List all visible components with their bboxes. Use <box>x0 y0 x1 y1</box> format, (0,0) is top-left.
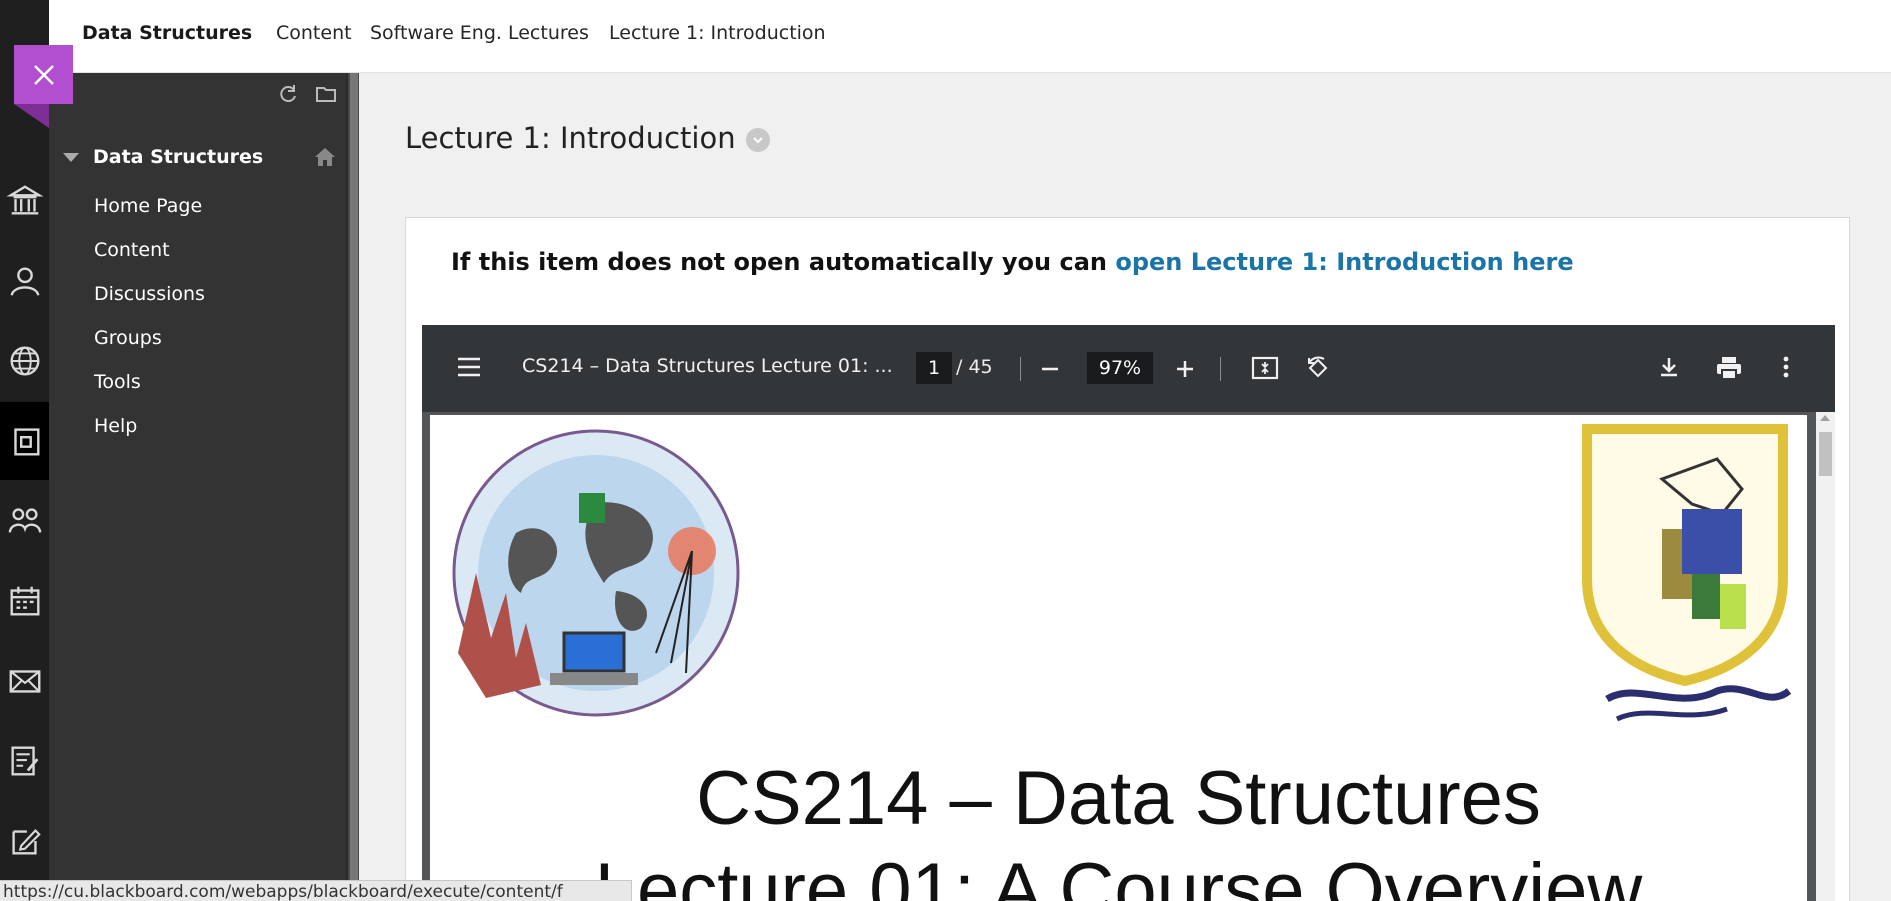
pdf-scrollbar[interactable] <box>1816 412 1835 901</box>
page-total: / 45 <box>956 356 993 378</box>
notice-text: If this item does not open automatically… <box>451 248 1107 276</box>
zoom-level-input[interactable]: 97% <box>1087 352 1153 384</box>
course-menu-item-groups[interactable]: Groups <box>94 316 205 360</box>
toolbar-divider <box>1220 357 1221 381</box>
course-menu-item-content[interactable]: Content <box>94 228 205 272</box>
content-item-box: If this item does not open automatically… <box>405 217 1850 901</box>
home-icon[interactable] <box>313 145 337 173</box>
pdf-scrollbar-thumb[interactable] <box>1819 432 1832 476</box>
close-icon <box>33 64 54 85</box>
page-number-input[interactable]: 1 <box>916 352 952 384</box>
main-content: Lecture 1: Introduction If this item doe… <box>372 74 1891 901</box>
pdf-toolbar: CS214 – Data Structures Lecture 01: ... … <box>422 325 1835 412</box>
calendar-icon[interactable] <box>0 562 49 640</box>
grades-icon[interactable] <box>0 722 49 800</box>
pdf-page: CS214 – Data Structures Lecture 01: A Co… <box>430 415 1807 901</box>
course-menu-item-home-page[interactable]: Home Page <box>94 184 205 228</box>
chevron-down-icon[interactable] <box>745 128 770 152</box>
folder-icon[interactable] <box>315 83 337 105</box>
caret-down-icon[interactable] <box>63 152 79 162</box>
rotate-icon[interactable] <box>1304 354 1332 382</box>
university-logo <box>1582 424 1792 722</box>
zoom-out-icon[interactable] <box>1039 358 1061 380</box>
course-menu-item-help[interactable]: Help <box>94 404 205 448</box>
status-url: https://cu.blackboard.com/webapps/blackb… <box>0 880 632 901</box>
course-menu-heading-label: Data Structures <box>93 146 264 168</box>
menu-icon[interactable] <box>456 355 482 379</box>
page-title-text: Lecture 1: Introduction <box>405 121 736 155</box>
course-menu-tools <box>277 83 337 105</box>
course-menu-scrollbar[interactable] <box>346 73 359 901</box>
toolbar-divider <box>1020 357 1021 381</box>
breadcrumb: Data Structures Content Software Eng. Le… <box>49 0 1891 73</box>
institution-icon[interactable] <box>0 162 49 240</box>
download-icon[interactable] <box>1657 355 1681 379</box>
pdf-viewer: CS214 – Data Structures Lecture 01: ... … <box>422 325 1835 901</box>
course-menu-item-tools[interactable]: Tools <box>94 360 205 404</box>
course-menu-item-discussions[interactable]: Discussions <box>94 272 205 316</box>
profile-icon[interactable] <box>0 242 49 320</box>
slide-title-line1: CS214 – Data Structures <box>696 756 1541 841</box>
refresh-icon[interactable] <box>277 83 299 105</box>
scroll-up-icon[interactable] <box>1820 415 1830 421</box>
breadcrumb-current-page: Lecture 1: Introduction <box>609 22 826 44</box>
close-menu-button[interactable] <box>14 45 73 104</box>
breadcrumb-software-eng-lectures[interactable]: Software Eng. Lectures <box>370 22 589 44</box>
edit-icon[interactable] <box>0 802 49 880</box>
courses-icon[interactable] <box>0 402 49 480</box>
pdf-document-title: CS214 – Data Structures Lecture 01: ... <box>522 355 893 377</box>
fit-page-icon[interactable] <box>1251 355 1279 381</box>
more-options-icon[interactable] <box>1782 355 1790 379</box>
course-menu-heading[interactable]: Data Structures <box>61 146 263 168</box>
global-nav-rail <box>0 0 49 901</box>
groups-icon[interactable] <box>0 482 49 560</box>
page-title: Lecture 1: Introduction <box>405 121 770 155</box>
course-menu-list: Home Page Content Discussions Groups Too… <box>94 184 205 448</box>
close-tab-fold <box>14 104 49 128</box>
breadcrumb-content[interactable]: Content <box>276 22 352 44</box>
globe-icon[interactable] <box>0 322 49 400</box>
slide-title-line2: Lecture 01: A Course Overview <box>594 848 1643 901</box>
open-item-notice: If this item does not open automatically… <box>451 248 1574 276</box>
zoom-in-icon[interactable] <box>1174 358 1196 380</box>
open-item-link[interactable]: open Lecture 1: Introduction here <box>1115 248 1573 276</box>
mail-icon[interactable] <box>0 642 49 720</box>
print-icon[interactable] <box>1715 355 1743 381</box>
course-menu-panel: Data Structures Home Page Content Discus… <box>49 73 359 901</box>
faculty-logo <box>452 429 740 717</box>
breadcrumb-course[interactable]: Data Structures <box>82 22 252 44</box>
